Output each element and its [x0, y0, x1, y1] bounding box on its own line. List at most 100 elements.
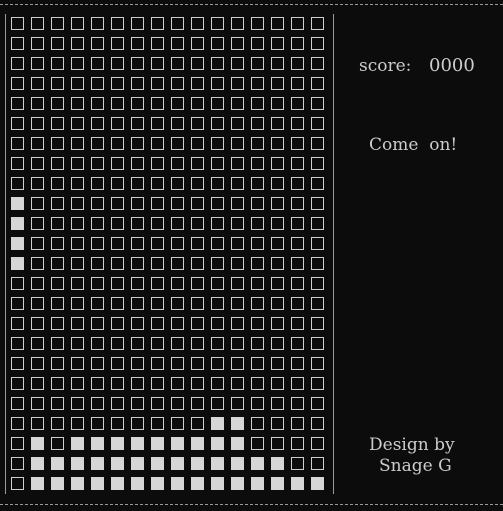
empty-cell [131, 117, 144, 130]
empty-cell [131, 357, 144, 370]
empty-cell [31, 77, 44, 90]
empty-cell [51, 237, 64, 250]
empty-cell [211, 237, 224, 250]
empty-cell [31, 257, 44, 270]
empty-cell [291, 457, 304, 470]
empty-cell [191, 357, 204, 370]
empty-cell [11, 277, 24, 290]
empty-cell [191, 177, 204, 190]
empty-cell [251, 97, 264, 110]
empty-cell [131, 37, 144, 50]
empty-cell [131, 377, 144, 390]
empty-cell [151, 257, 164, 270]
empty-cell [291, 97, 304, 110]
empty-cell [251, 357, 264, 370]
filled-cell [231, 437, 244, 450]
empty-cell [91, 257, 104, 270]
empty-cell [31, 237, 44, 250]
empty-cell [51, 257, 64, 270]
filled-cell [231, 417, 244, 430]
empty-cell [71, 157, 84, 170]
empty-cell [11, 437, 24, 450]
empty-cell [51, 377, 64, 390]
empty-cell [251, 57, 264, 70]
empty-cell [171, 297, 184, 310]
empty-cell [111, 17, 124, 30]
empty-cell [231, 17, 244, 30]
empty-cell [251, 437, 264, 450]
empty-cell [111, 137, 124, 150]
empty-cell [171, 377, 184, 390]
empty-cell [211, 17, 224, 30]
empty-cell [211, 397, 224, 410]
board-right-border [333, 14, 334, 494]
empty-cell [191, 377, 204, 390]
empty-cell [111, 217, 124, 230]
filled-cell [251, 457, 264, 470]
empty-cell [211, 57, 224, 70]
empty-cell [311, 57, 324, 70]
filled-cell [191, 477, 204, 490]
empty-cell [51, 37, 64, 50]
empty-cell [271, 317, 284, 330]
empty-cell [231, 377, 244, 390]
empty-cell [251, 417, 264, 430]
empty-cell [311, 217, 324, 230]
empty-cell [91, 217, 104, 230]
empty-cell [311, 257, 324, 270]
empty-cell [251, 237, 264, 250]
empty-cell [291, 197, 304, 210]
empty-cell [111, 377, 124, 390]
empty-cell [231, 97, 244, 110]
empty-cell [151, 417, 164, 430]
empty-cell [31, 157, 44, 170]
empty-cell [211, 117, 224, 130]
empty-cell [291, 117, 304, 130]
empty-cell [151, 57, 164, 70]
empty-cell [191, 37, 204, 50]
empty-cell [311, 97, 324, 110]
empty-cell [271, 197, 284, 210]
empty-cell [151, 177, 164, 190]
empty-cell [231, 217, 244, 230]
empty-cell [251, 297, 264, 310]
empty-cell [91, 177, 104, 190]
empty-cell [11, 17, 24, 30]
empty-cell [291, 417, 304, 430]
empty-cell [291, 237, 304, 250]
empty-cell [71, 97, 84, 110]
filled-cell [171, 457, 184, 470]
empty-cell [151, 337, 164, 350]
empty-cell [271, 137, 284, 150]
game-board [11, 17, 331, 497]
empty-cell [311, 157, 324, 170]
empty-cell [131, 97, 144, 110]
empty-cell [91, 417, 104, 430]
empty-cell [71, 297, 84, 310]
empty-cell [171, 217, 184, 230]
empty-cell [131, 237, 144, 250]
empty-cell [191, 17, 204, 30]
empty-cell [171, 417, 184, 430]
empty-cell [131, 217, 144, 230]
empty-cell [171, 57, 184, 70]
empty-cell [191, 337, 204, 350]
empty-cell [31, 137, 44, 150]
empty-cell [131, 17, 144, 30]
empty-cell [11, 137, 24, 150]
empty-cell [191, 317, 204, 330]
empty-cell [91, 377, 104, 390]
filled-cell [51, 477, 64, 490]
empty-cell [31, 177, 44, 190]
filled-cell [271, 457, 284, 470]
empty-cell [91, 57, 104, 70]
empty-cell [291, 177, 304, 190]
empty-cell [171, 177, 184, 190]
empty-cell [71, 117, 84, 130]
empty-cell [71, 397, 84, 410]
bottom-dashed-border [0, 504, 503, 506]
empty-cell [71, 17, 84, 30]
empty-cell [131, 337, 144, 350]
empty-cell [11, 117, 24, 130]
top-dashed-border [0, 4, 503, 6]
